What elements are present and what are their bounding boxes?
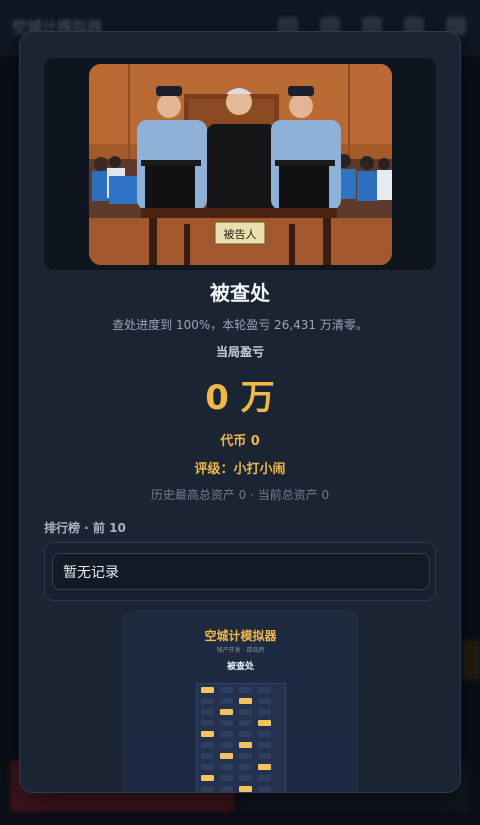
poster-grid-cell [201,720,214,726]
poster-grid-cell [220,764,233,770]
poster-grid-cell [258,687,271,693]
poster-grid-cell [201,731,214,737]
poster-title: 空城计模拟器 [204,629,277,643]
poster-grid [196,683,286,792]
poster-grid-cell [258,709,271,715]
poster-grid-cell [239,775,252,781]
poster-grid-cell [220,698,233,704]
poster-grid-cell [201,764,214,770]
poster-grid-cell [220,775,233,781]
poster-grid-cell [220,742,233,748]
assets-summary: 历史最高总资产 0 · 当前总资产 0 [150,488,330,502]
poster-grid-cell [239,786,252,792]
poster-grid-cell [258,720,271,726]
poster-grid-cell [258,731,271,737]
poster-grid-cell [201,775,214,781]
poster-grid-cell [201,687,214,693]
poster-grid-cell [220,753,233,759]
poster-grid-cell [239,687,252,693]
poster-grid-cell [258,753,271,759]
courtroom-photo: 被告人 [89,64,392,265]
round-pnl-label: 当局盈亏 [215,345,264,359]
poster-tag: 被查处 [226,662,254,672]
poster-grid-cell [239,731,252,737]
result-title: 被查处 [210,281,270,305]
share-poster[interactable]: 空城计模拟器 钱产开发 · 孤岛跨 被查处 [123,609,358,792]
poster-grid-cell [258,698,271,704]
poster-grid-cell [239,698,252,704]
poster-grid-cell [258,786,271,792]
leaderboard-title: 排行榜 · 前 10 [44,521,126,535]
result-modal: 被告人 被查处 查处进度到 100%，本轮盈亏 26,431 万清零。 当局盈亏… [19,31,461,793]
poster-grid-cell [220,731,233,737]
round-pnl-value: 0 万 [205,378,275,418]
coins-count: 代币 0 [220,434,260,449]
poster-grid-cell [239,720,252,726]
leaderboard-panel: 暂无记录 [44,542,436,601]
poster-grid-cell [220,687,233,693]
poster-grid-cell [220,709,233,715]
rating-text: 评级：小打小闹 [194,462,286,477]
poster-grid-cell [201,698,214,704]
leaderboard-empty-text: 暂无记录 [63,565,119,581]
poster-grid-cell [201,742,214,748]
leaderboard-empty-row: 暂无记录 [52,553,430,590]
poster-grid-cell [201,753,214,759]
poster-grid-cell [258,775,271,781]
poster-grid-cell [201,786,214,792]
poster-subtitle: 钱产开发 · 孤岛跨 [216,647,265,654]
background-side-element [462,640,480,680]
photo-frame: 被告人 [44,58,436,270]
poster-grid-cell [258,742,271,748]
poster-grid-cell [239,753,252,759]
poster-grid-cell [258,764,271,770]
poster-grid-cell [201,709,214,715]
poster-grid-cell [239,709,252,715]
placard-text: 被告人 [224,228,257,241]
poster-grid-cell [220,720,233,726]
result-description: 查处进度到 100%，本轮盈亏 26,431 万清零。 [112,318,368,332]
poster-grid-cell [239,742,252,748]
poster-grid-cell [239,764,252,770]
poster-grid-cell [220,786,233,792]
